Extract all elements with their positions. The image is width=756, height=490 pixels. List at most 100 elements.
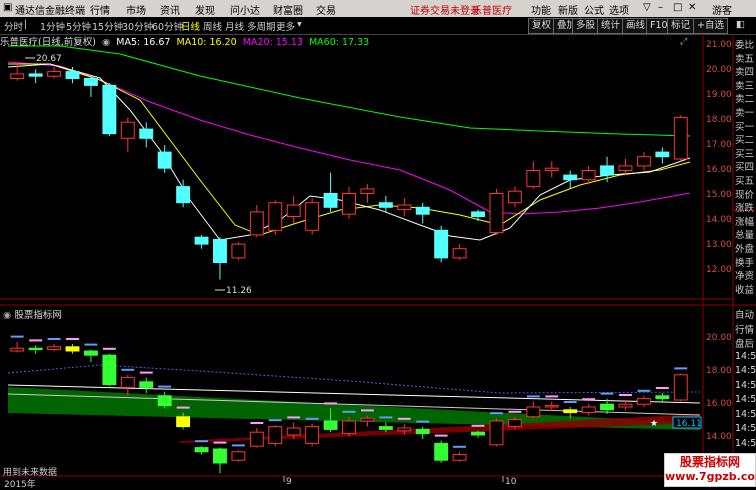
side-lower-3: 14:50 (735, 350, 756, 362)
indicator-marker (416, 420, 430, 423)
indicator-body (434, 442, 449, 461)
indicator-marker (213, 441, 227, 444)
indicator-body (323, 420, 338, 430)
candle-body[interactable] (28, 73, 43, 77)
indicator-marker (158, 385, 172, 388)
indicator-body (10, 347, 25, 352)
candle-body[interactable] (194, 236, 209, 245)
candle-body[interactable] (673, 117, 688, 160)
side-label-10: 买五 (735, 176, 755, 187)
indicator-body (83, 350, 98, 356)
candle-body[interactable] (397, 204, 412, 211)
candle-body[interactable] (176, 186, 191, 204)
candle-body[interactable] (415, 206, 430, 215)
ind-axis-14: 14.00 (706, 432, 732, 442)
candle-body[interactable] (47, 71, 62, 77)
candle-body[interactable] (213, 239, 227, 263)
candle-body[interactable] (471, 211, 485, 217)
side-label-7: 买二 (735, 135, 755, 147)
side-lower-8: 14:50 (735, 423, 756, 434)
side-label-4: 卖二 (735, 94, 755, 106)
candle-body[interactable] (507, 190, 522, 204)
indicator-marker (655, 387, 669, 389)
price-axis-13: 13.00 (706, 240, 732, 250)
side-lower-2[interactable]: 盘后 (735, 336, 754, 350)
candle-body[interactable] (65, 71, 80, 79)
indicator-body (249, 431, 264, 447)
candle-body[interactable] (563, 174, 578, 181)
indicator-body (471, 431, 485, 436)
side-label-12: 涨跌 (735, 203, 755, 215)
candle-body[interactable] (120, 121, 135, 139)
indicator-body (673, 374, 688, 401)
indicator-marker (563, 401, 577, 403)
candle-body[interactable] (323, 193, 338, 208)
indicator-body (47, 346, 62, 351)
side-label-1: 卖五 (735, 53, 755, 65)
watermark-url: www.7gpzb.com (665, 470, 756, 483)
date-month-10: 10 (505, 477, 517, 487)
low-label: 11.26 (226, 286, 252, 296)
indicator-marker (287, 416, 301, 419)
side-label-0: 委比 (735, 40, 755, 51)
indicator-body (636, 398, 651, 405)
candle-body[interactable] (231, 243, 246, 259)
indicator-body (507, 419, 522, 428)
candle-body[interactable] (360, 188, 375, 194)
side-label-2: 卖四 (735, 67, 755, 79)
candle-body[interactable] (452, 248, 467, 259)
candle-body[interactable] (600, 165, 615, 176)
side-label-9: 买四 (735, 162, 755, 174)
candle-body[interactable] (581, 170, 596, 181)
watermark-box: 股票指标网 www.7gpzb.com (664, 453, 756, 487)
candle-body[interactable] (618, 165, 633, 171)
candle-body[interactable] (268, 202, 283, 231)
indicator-body (378, 426, 393, 430)
indicator-marker (582, 398, 596, 401)
indicator-marker (139, 371, 153, 374)
indicator-marker (397, 417, 411, 420)
price-axis-20: 20.00 (706, 65, 732, 75)
candle-body[interactable] (102, 84, 117, 135)
indicator-marker (250, 422, 264, 424)
candle-body[interactable] (636, 156, 651, 167)
side-lower-0[interactable]: 自动 (735, 307, 754, 321)
indicator-body (268, 426, 283, 444)
indicator-settings-icon[interactable]: ◉ (3, 310, 11, 321)
candle-body[interactable] (342, 193, 356, 215)
price-axis-18: 18.00 (706, 115, 732, 125)
indicator-body (213, 448, 227, 464)
candle-body[interactable] (139, 128, 154, 139)
indicator-marker (102, 347, 116, 350)
candle-body[interactable] (305, 202, 320, 231)
candle-body[interactable] (378, 202, 393, 208)
indicator-body (526, 406, 541, 418)
indicator-body (452, 454, 467, 461)
indicator-body (397, 427, 412, 432)
candle-body[interactable] (286, 204, 301, 217)
indicator-marker (619, 394, 632, 396)
side-lower-1[interactable]: 行情 (735, 322, 754, 336)
candle-body[interactable] (489, 193, 504, 234)
side-lower-5: 14:50 (735, 379, 756, 391)
side-label-3: 卖三 (735, 80, 755, 92)
candle-body[interactable] (83, 78, 98, 86)
indicator-title: 股票指标网 (14, 310, 62, 321)
candle-body[interactable] (526, 170, 541, 188)
indicator-body (120, 377, 135, 388)
indicator-marker (29, 339, 43, 342)
side-label-5: 卖一 (735, 108, 755, 119)
candle-body[interactable] (655, 151, 670, 158)
ind-axis-18: 18.00 (706, 366, 732, 376)
indicator-marker (490, 412, 503, 415)
indicator-marker (121, 368, 135, 371)
candle-body[interactable] (157, 151, 172, 169)
candle-body[interactable] (544, 167, 559, 171)
candle-body[interactable] (249, 211, 264, 236)
indicator-marker (10, 335, 24, 338)
candle-body[interactable] (10, 73, 25, 80)
candle-body[interactable] (434, 229, 449, 259)
star-marker-icon: ★ (650, 419, 658, 429)
indicator-marker (360, 409, 374, 412)
kline-chart[interactable]: 20.67 11.26 16.11 ★ (0, 0, 756, 487)
